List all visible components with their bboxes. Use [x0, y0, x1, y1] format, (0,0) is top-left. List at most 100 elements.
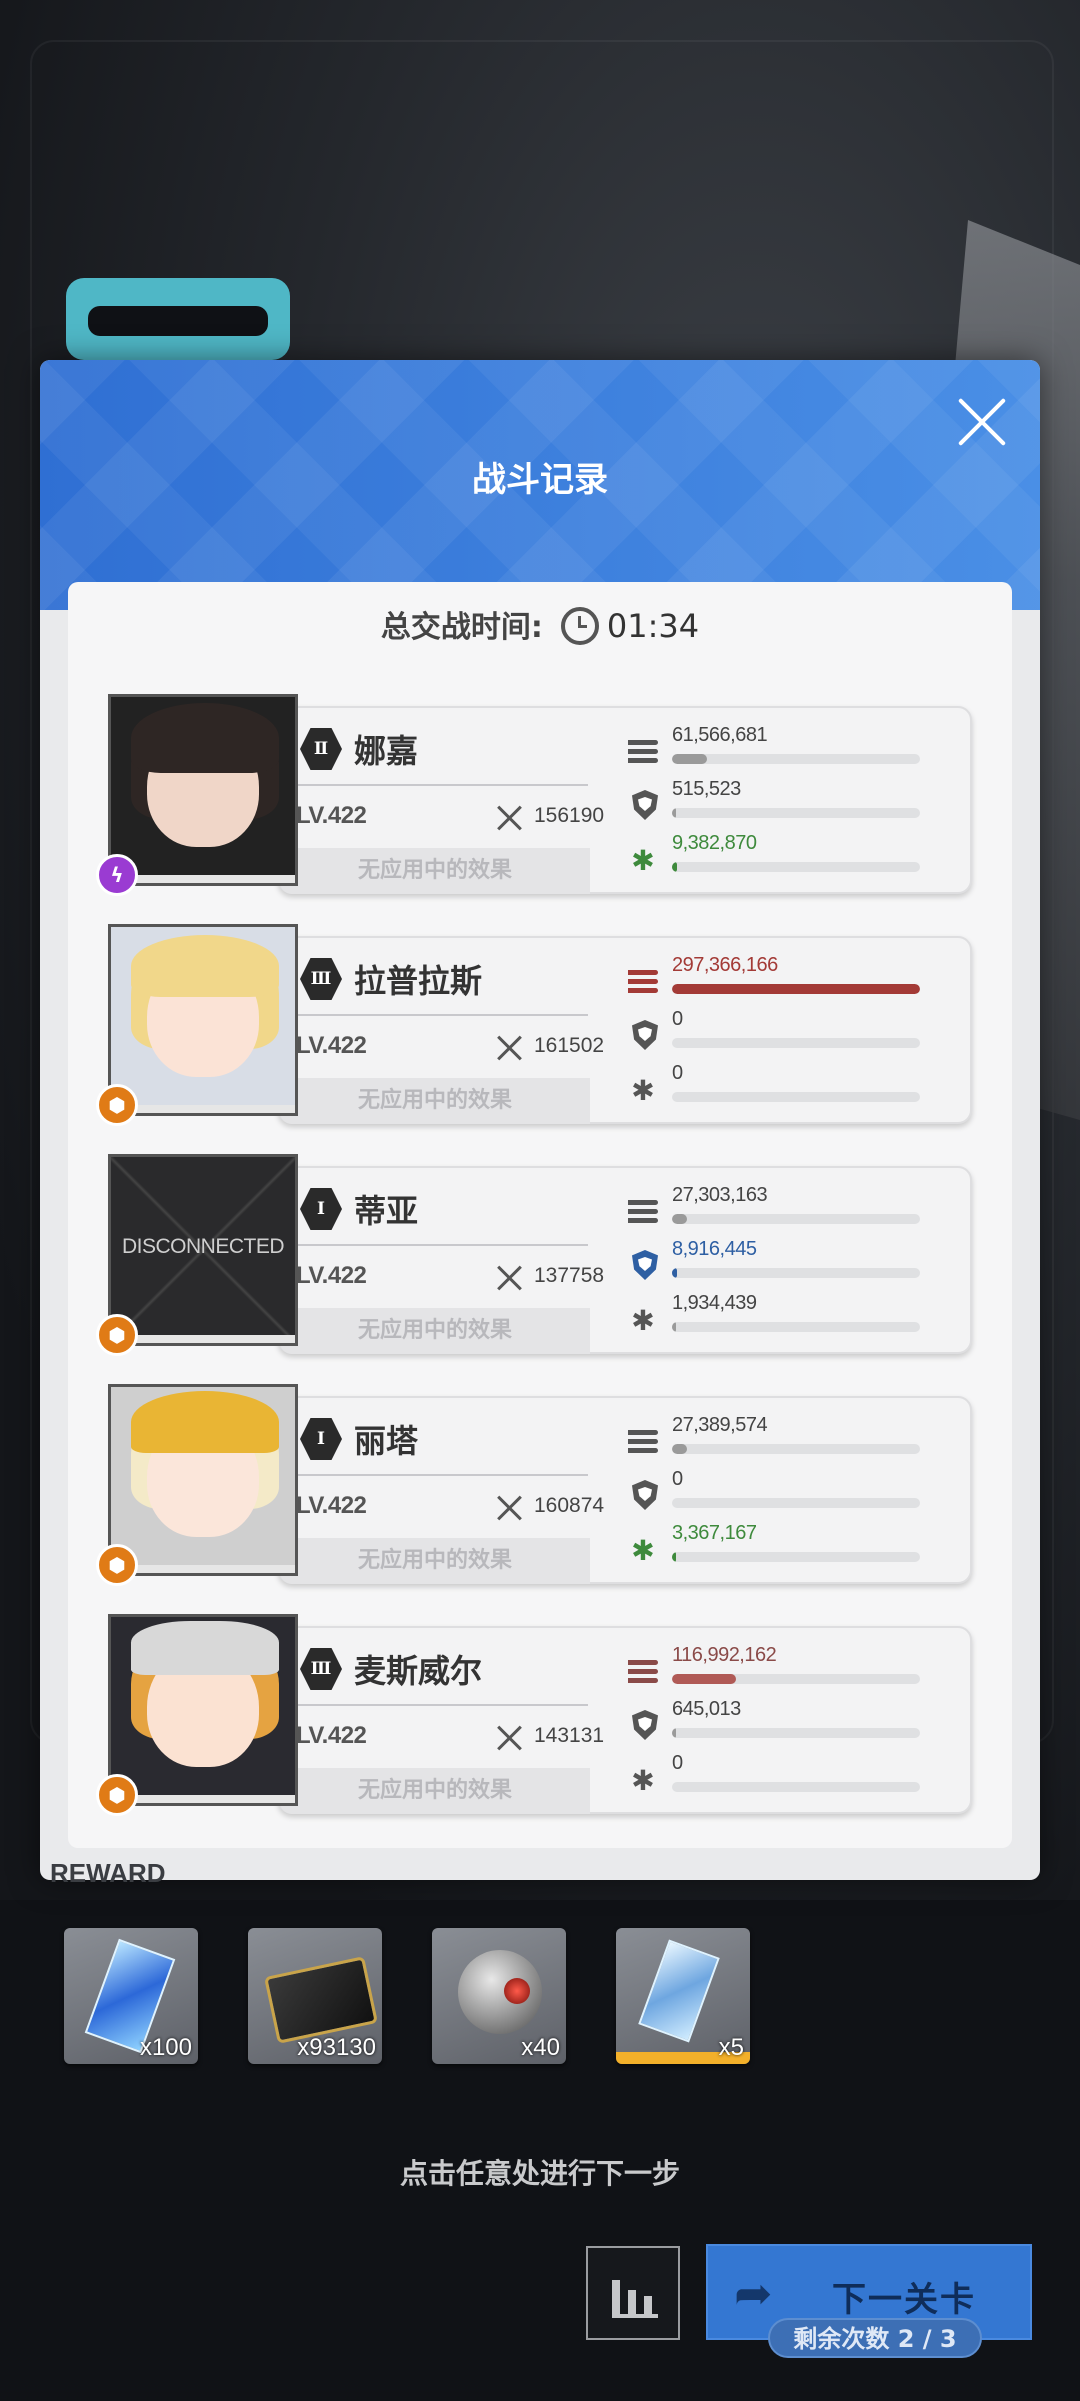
- reward-quantity: x5: [718, 2034, 744, 2061]
- damage-bar: [672, 1674, 737, 1684]
- character-name: 丽塔: [354, 1422, 419, 1460]
- shield-bar: [672, 1728, 676, 1738]
- top-tab-decoration: [66, 278, 290, 360]
- character-card: Ⅰ 丽塔 LV.422 160874 无应用中的效果 27,389,574 0: [278, 1396, 972, 1584]
- disconnected-label: DISCONNECTED: [121, 1235, 285, 1258]
- share-arrow-icon: ➦: [734, 2266, 773, 2320]
- crossed-swords-icon: [496, 1724, 524, 1752]
- character-portrait: [108, 924, 298, 1116]
- divider: [292, 1704, 588, 1706]
- damage-value: 61,566,681: [672, 724, 768, 746]
- rank-badge: Ⅰ: [300, 1418, 342, 1460]
- character-card: Ⅲ 麦斯威尔 LV.422 143131 无应用中的效果 116,992,162…: [278, 1626, 972, 1814]
- heal-value: 3,367,167: [672, 1522, 757, 1544]
- heal-value: 1,934,439: [672, 1292, 757, 1314]
- shield-icon: [632, 1710, 658, 1740]
- damage-stat: 27,303,163: [628, 1184, 948, 1230]
- crossed-swords-icon: [496, 1264, 524, 1292]
- record-panel: 总交战时间: 01:34 Ⅱ 娜嘉 LV.422 156190 无应用中的效果 6…: [68, 582, 1012, 1848]
- damage-bar: [672, 984, 920, 994]
- damage-value: 297,366,166: [672, 954, 778, 976]
- effects-status: 无应用中的效果: [280, 1308, 590, 1354]
- heal-stat: ✱ 9,382,870: [628, 832, 948, 878]
- damage-bar: [672, 754, 707, 764]
- crossed-swords-icon: [496, 804, 524, 832]
- bar-chart-icon: [612, 2280, 620, 2314]
- shield-icon: [632, 790, 658, 820]
- core-orb-icon: [458, 1950, 542, 2034]
- character-level: LV.422: [296, 1262, 367, 1289]
- rank-badge: Ⅰ: [300, 1188, 342, 1230]
- ammo-icon: [628, 1660, 660, 1684]
- reward-item[interactable]: x5: [616, 1928, 750, 2064]
- statistics-button[interactable]: [586, 2246, 680, 2340]
- divider: [292, 784, 588, 786]
- crystal-shard-icon: [638, 1939, 720, 2043]
- remaining-attempts-badge: 剩余次数 2 / 3: [768, 2318, 982, 2358]
- damage-value: 116,992,162: [672, 1644, 777, 1666]
- shield-stat: 645,013: [628, 1698, 948, 1744]
- reward-item[interactable]: x93130: [248, 1928, 382, 2064]
- character-level: LV.422: [296, 1032, 367, 1059]
- hexagon-icon: ⬢: [96, 1544, 138, 1586]
- effects-status: 无应用中的效果: [280, 1538, 590, 1584]
- character-row[interactable]: Ⅰ 丽塔 LV.422 160874 无应用中的效果 27,389,574 0: [96, 1384, 972, 1586]
- battle-record-dialog: 战斗记录 总交战时间: 01:34 Ⅱ 娜嘉 LV.422 156190 无应用中…: [40, 360, 1040, 1880]
- damage-bar: [672, 1214, 687, 1224]
- credit-card-icon: [264, 1956, 378, 2044]
- total-time-row: 总交战时间: 01:34: [68, 602, 1012, 648]
- hexagon-icon: ⬢: [96, 1084, 138, 1126]
- shield-value: 0: [672, 1008, 683, 1030]
- close-button[interactable]: [954, 394, 1010, 450]
- ammo-icon: [628, 970, 660, 994]
- heal-asterisk-icon: ✱: [631, 1764, 655, 1797]
- character-name: 娜嘉: [354, 732, 419, 770]
- character-level: LV.422: [296, 1492, 367, 1519]
- shield-icon: [632, 1020, 658, 1050]
- shield-icon: [632, 1250, 658, 1280]
- character-row[interactable]: Ⅲ 拉普拉斯 LV.422 161502 无应用中的效果 297,366,166…: [96, 924, 972, 1126]
- character-row[interactable]: Ⅲ 麦斯威尔 LV.422 143131 无应用中的效果 116,992,162…: [96, 1614, 972, 1816]
- character-name: 麦斯威尔: [354, 1652, 483, 1690]
- continue-hint: 点击任意处进行下一步: [399, 2157, 680, 2190]
- crossed-swords-icon: [496, 1034, 524, 1062]
- effects-status: 无应用中的效果: [280, 1078, 590, 1124]
- total-time-value: 01:34: [606, 607, 700, 645]
- divider: [292, 1474, 588, 1476]
- character-level: LV.422: [296, 802, 367, 829]
- heal-value: 0: [672, 1062, 683, 1084]
- shield-stat: 0: [628, 1008, 948, 1054]
- rank-badge: Ⅱ: [300, 728, 342, 770]
- character-name: 拉普拉斯: [354, 962, 483, 1000]
- shield-value: 515,523: [672, 778, 741, 800]
- reward-quantity: x40: [521, 2034, 560, 2061]
- character-name: 蒂亚: [354, 1192, 419, 1230]
- clock-icon: [560, 606, 599, 645]
- character-row[interactable]: Ⅱ 娜嘉 LV.422 156190 无应用中的效果 61,566,681 51…: [96, 694, 972, 896]
- heal-bar: [672, 1322, 676, 1332]
- reward-item[interactable]: x40: [432, 1928, 566, 2064]
- shield-stat: 515,523: [628, 778, 948, 824]
- rewards-label: REWARD: [50, 1858, 166, 1888]
- damage-stat: 61,566,681: [628, 724, 948, 770]
- heal-asterisk-icon: ✱: [631, 844, 655, 877]
- effects-status: 无应用中的效果: [280, 1768, 590, 1814]
- crossed-swords-icon: [496, 1494, 524, 1522]
- heal-asterisk-icon: ✱: [631, 1304, 655, 1337]
- combat-power: 137758: [534, 1264, 605, 1287]
- heal-value: 0: [672, 1752, 683, 1774]
- character-portrait: [108, 1614, 298, 1806]
- ammo-icon: [628, 1200, 660, 1224]
- character-portrait: [108, 1384, 298, 1576]
- character-row[interactable]: Ⅰ 蒂亚 LV.422 137758 无应用中的效果 27,303,163 8,…: [96, 1154, 972, 1356]
- dialog-title: 战斗记录: [472, 460, 608, 500]
- combat-power: 143131: [534, 1724, 605, 1747]
- heal-value: 9,382,870: [672, 832, 757, 854]
- reward-item[interactable]: x100: [64, 1928, 198, 2064]
- reward-quantity: x100: [139, 2034, 192, 2061]
- damage-stat: 297,366,166: [628, 954, 948, 1000]
- hexagon-icon: ⬢: [96, 1314, 138, 1356]
- damage-stat: 27,389,574: [628, 1414, 948, 1460]
- combat-power: 160874: [534, 1494, 605, 1517]
- damage-stat: 116,992,162: [628, 1644, 948, 1690]
